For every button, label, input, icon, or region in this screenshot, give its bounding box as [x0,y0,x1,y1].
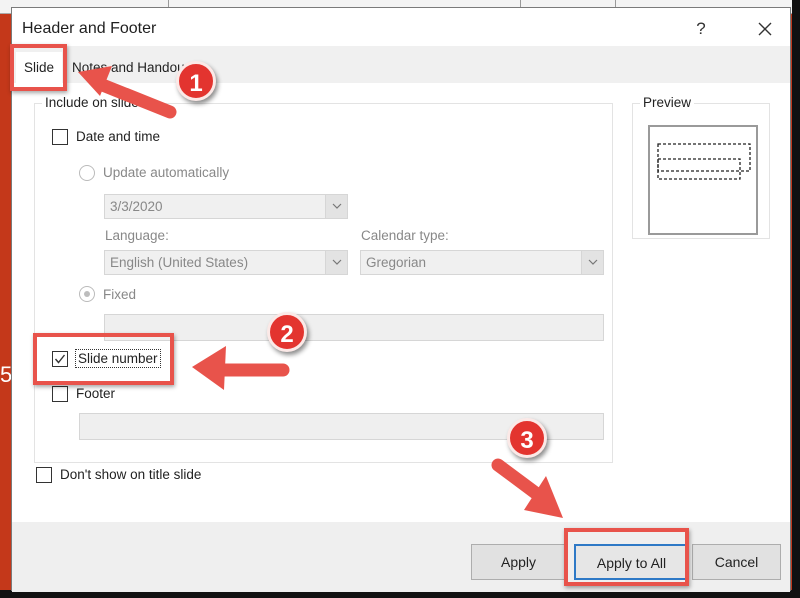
step-badge-2: 2 [267,312,307,352]
arrow-icon [192,346,290,390]
annotation-arrows [78,66,563,518]
arrow-icon [491,458,563,518]
arrow-icon [78,66,177,119]
step-badge-1: 1 [176,61,216,101]
step-badge-3: 3 [507,418,547,458]
